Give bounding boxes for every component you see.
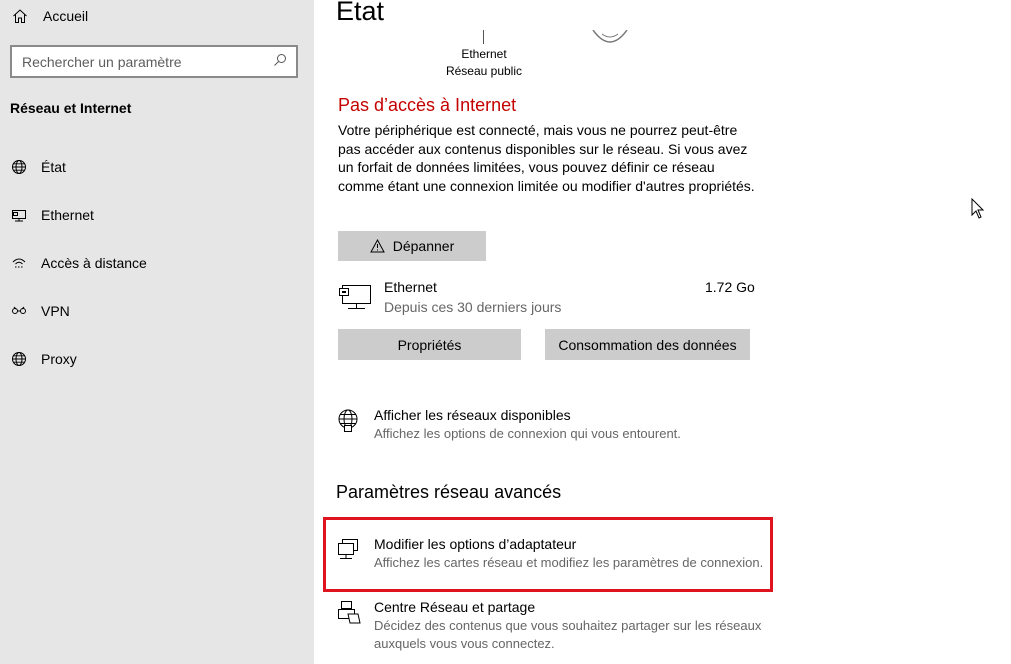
sharing-center-subtitle-1: Décidez des contenus que vous souhaitez … [374,618,762,633]
sharing-center-icon [336,600,362,626]
sidebar: Accueil Rechercher un paramètre Réseau e… [0,0,314,664]
search-input[interactable]: Rechercher un paramètre [10,45,298,78]
search-icon[interactable] [273,53,287,70]
show-networks-link[interactable]: Afficher les réseaux disponibles Affiche… [336,406,681,443]
warning-icon [369,239,385,253]
sidebar-item-label: Proxy [41,351,77,367]
ethernet-name: Ethernet [384,279,437,295]
sidebar-item-label: Ethernet [41,207,94,223]
dialup-icon [10,254,28,272]
adapter-options-title: Modifier les options d’adaptateur [374,536,577,552]
sidebar-item-ethernet[interactable]: Ethernet [10,203,94,227]
advanced-settings-title: Paramètres réseau avancés [336,482,562,502]
network-caption-type: Ethernet [461,47,507,61]
globe-icon [10,158,28,176]
alert-text: Votre périphérique est connecté, mais vo… [338,122,755,194]
sidebar-item-label: Accès à distance [41,255,147,271]
sharing-center-subtitle-2: auxquels vous vous connectez. [374,636,555,651]
sharing-center-link[interactable]: Centre Réseau et partage Décidez des con… [336,598,761,653]
home-link[interactable]: Accueil [10,6,88,26]
search-placeholder: Rechercher un paramètre [22,53,182,70]
ethernet-period: Depuis ces 30 derniers jours [384,299,562,315]
globe-icon [10,350,28,368]
globe-network-icon [336,408,362,434]
show-networks-title: Afficher les réseaux disponibles [374,407,571,423]
sidebar-item-proxy[interactable]: Proxy [10,347,77,371]
sidebar-item-etat[interactable]: État [10,155,66,179]
properties-button[interactable]: Propriétés [338,329,521,360]
troubleshoot-label: Dépanner [392,238,455,254]
data-usage-button[interactable]: Consommation des données [545,329,750,360]
adapter-options-subtitle: Affichez les cartes réseau et modifiez l… [374,555,764,570]
main-content: État Ethernet Réseau public Pas d’accès … [314,0,1011,664]
sharing-center-title: Centre Réseau et partage [374,599,536,615]
sidebar-item-label: VPN [41,303,70,319]
vpn-icon [10,302,28,320]
adapter-icon [336,537,362,563]
mouse-cursor-icon [971,197,985,220]
ethernet-icon [338,282,374,312]
show-networks-subtitle: Affichez les options de connexion qui vo… [374,426,681,441]
globe-icon [590,30,630,44]
home-icon [10,6,30,26]
adapter-options-link[interactable]: Modifier les options d’adaptateur Affich… [336,535,763,572]
alert-title: Pas d’accès à Internet [338,95,517,115]
network-caption: Ethernet Réseau public [434,46,534,80]
ethernet-usage: 1.72 Go [705,279,755,295]
sidebar-item-vpn[interactable]: VPN [10,299,70,323]
network-diagram-line [483,30,484,44]
home-label: Accueil [43,8,89,24]
troubleshoot-button[interactable]: Dépanner [338,231,486,261]
page-title: État [336,0,385,26]
sidebar-item-acces-distance[interactable]: Accès à distance [10,251,147,275]
sidebar-item-label: État [41,159,66,175]
sidebar-section-title: Réseau et Internet [10,100,132,116]
ethernet-icon [10,206,28,224]
network-caption-profile: Réseau public [445,64,523,78]
